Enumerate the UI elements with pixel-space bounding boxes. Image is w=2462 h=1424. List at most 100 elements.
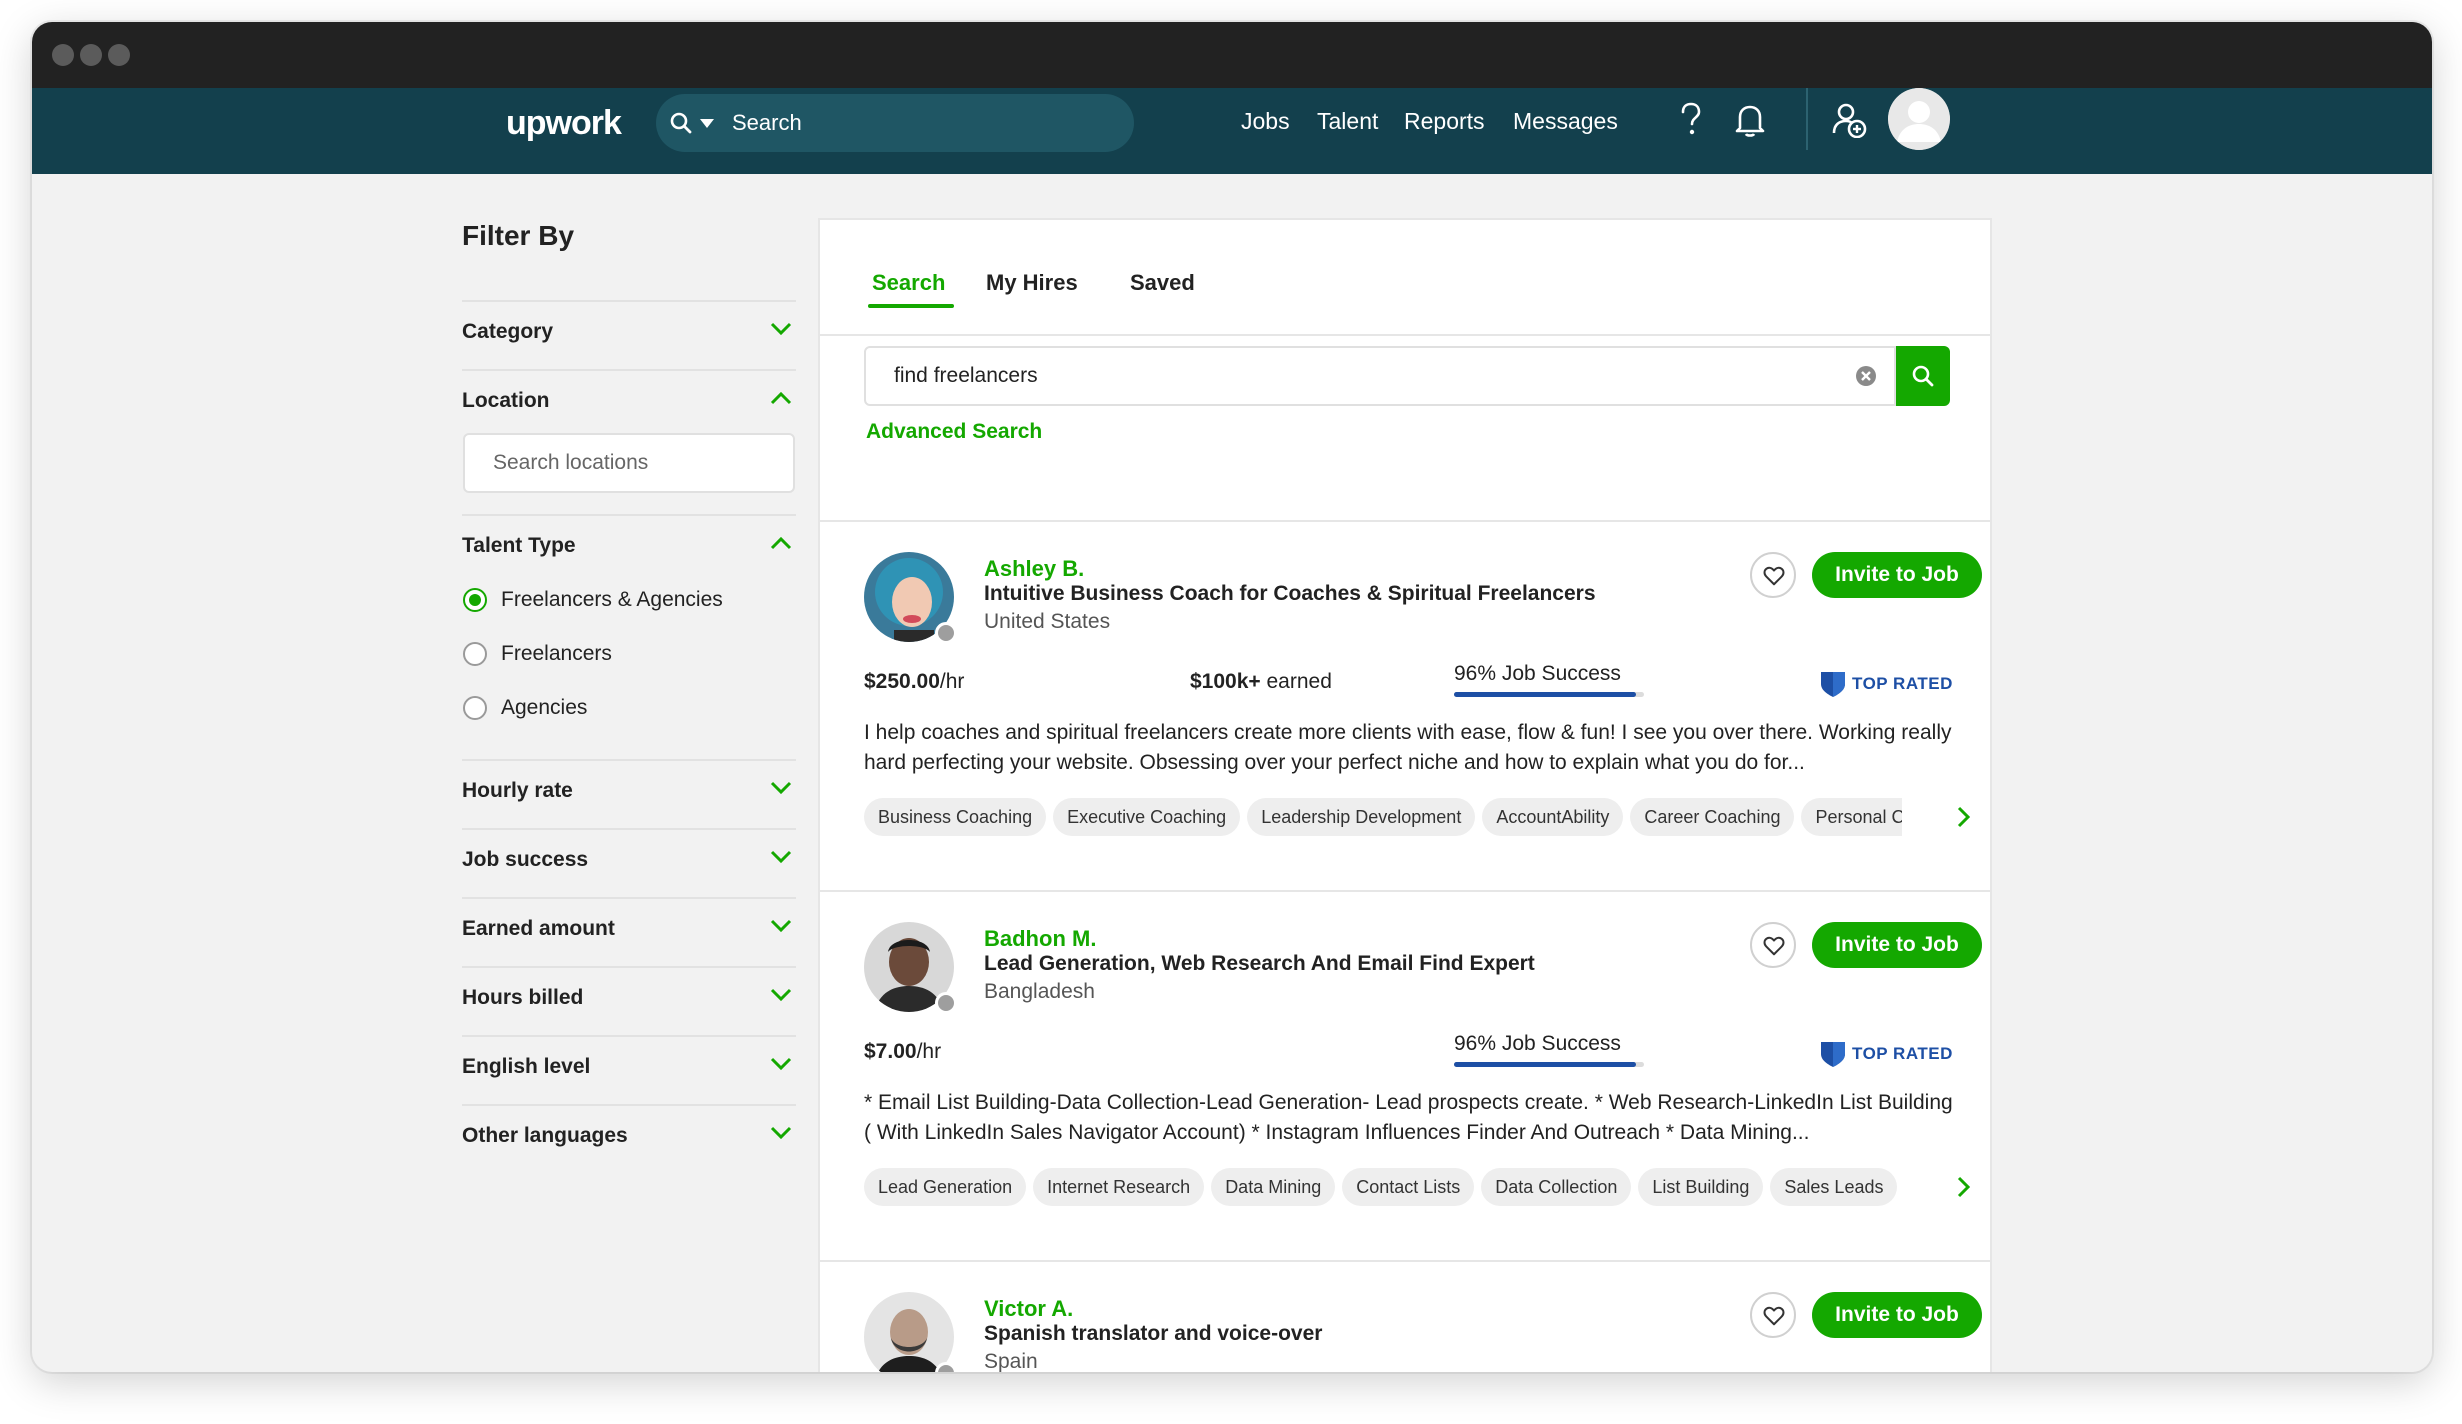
skill-tag[interactable]: Business Coaching (864, 798, 1047, 836)
skill-tag[interactable]: Executive Coaching (1053, 798, 1241, 836)
nav-link-reports[interactable]: Reports (1404, 108, 1485, 135)
skills-list: Lead Generation Internet Research Data Min… (864, 1168, 1902, 1208)
radio-label: Agencies (501, 696, 588, 719)
global-search[interactable]: Search (656, 94, 1134, 152)
skill-tag[interactable]: Leadership Development (1247, 798, 1476, 836)
active-tab-indicator (868, 304, 954, 308)
heart-icon (1763, 936, 1785, 956)
filter-job-success[interactable]: Job success (462, 828, 796, 897)
tab-my-hires[interactable]: My Hires (986, 270, 1078, 296)
earned-suffix: earned (1260, 670, 1332, 693)
freelancer-description: * Email List Building-Data Collection-Le… (864, 1091, 1953, 1144)
skill-tag[interactable]: Contact Lists (1342, 1168, 1475, 1206)
chevron-down-icon (770, 1126, 792, 1140)
chevron-down-icon (770, 988, 792, 1002)
filter-label: Category (462, 320, 554, 343)
skill-tag[interactable]: AccountAbility (1482, 798, 1624, 836)
freelancer-name[interactable]: Badhon M. (984, 926, 1096, 952)
chevron-down-icon (770, 322, 792, 336)
avatar-icon (1888, 88, 1950, 150)
offline-status-dot (935, 992, 957, 1014)
nav-link-messages[interactable]: Messages (1513, 108, 1618, 135)
invite-to-job-button[interactable]: Invite to Job (1812, 1292, 1982, 1338)
top-navbar: upwork Search Jobs Talent Reports Messag… (32, 88, 2432, 174)
clear-icon[interactable] (1854, 364, 1878, 388)
radio-button[interactable] (463, 642, 487, 666)
chevron-down-icon (770, 850, 792, 864)
freelancer-search-input[interactable]: find freelancers (864, 346, 1896, 406)
add-user-icon[interactable] (1832, 102, 1868, 138)
chevron-right-icon[interactable] (1956, 1176, 1970, 1198)
nav-link-jobs[interactable]: Jobs (1241, 108, 1290, 135)
upwork-logo[interactable]: upwork (506, 104, 622, 143)
skill-tag[interactable]: List Building (1638, 1168, 1764, 1206)
freelancer-name[interactable]: Ashley B. (984, 556, 1084, 582)
browser-window: upwork Search Jobs Talent Reports Messag… (32, 22, 2432, 1372)
skill-tag[interactable]: Data Collection (1481, 1168, 1632, 1206)
results-panel: Search My Hires Saved find freelancers A… (818, 218, 1992, 1372)
freelancer-card[interactable]: Ashley B. Intuitive Business Coach for C… (820, 520, 1990, 890)
job-success-bar (1454, 1062, 1644, 1067)
filter-earned-amount[interactable]: Earned amount (462, 897, 796, 966)
filter-hourly-rate[interactable]: Hourly rate (462, 759, 796, 828)
nav-link-talent[interactable]: Talent (1317, 108, 1378, 135)
chevron-down-icon (770, 1057, 792, 1071)
invite-to-job-button[interactable]: Invite to Job (1812, 552, 1982, 598)
filter-english-level[interactable]: English level (462, 1035, 796, 1104)
skill-tag[interactable]: Career Coaching (1630, 798, 1795, 836)
window-minimize-dot[interactable] (80, 44, 102, 66)
freelancer-card[interactable]: Badhon M. Lead Generation, Web Research … (820, 890, 1990, 1260)
tab-saved[interactable]: Saved (1130, 270, 1195, 296)
freelancer-name[interactable]: Victor A. (984, 1296, 1073, 1322)
rate-value: $250.00 (864, 670, 940, 693)
avatar-photo-icon (864, 1292, 954, 1372)
skill-tag[interactable]: Sales Leads (1770, 1168, 1898, 1206)
radio-button[interactable] (463, 696, 487, 720)
filter-talent-type[interactable]: Talent Type (462, 514, 796, 714)
advanced-search-link[interactable]: Advanced Search (866, 420, 1042, 444)
freelancer-title: Lead Generation, Web Research And Email … (984, 952, 1535, 975)
skill-tag[interactable]: Personal Coaching (1801, 798, 1902, 836)
invite-to-job-button[interactable]: Invite to Job (1812, 922, 1982, 968)
filter-label: Location (462, 389, 550, 412)
skill-tag[interactable]: Data Mining (1211, 1168, 1336, 1206)
tab-search[interactable]: Search (872, 270, 945, 296)
search-icon (1912, 365, 1934, 387)
user-avatar[interactable] (1888, 88, 1950, 150)
total-earned: $100k+ earned (1190, 670, 1332, 694)
filter-label: Other languages (462, 1124, 628, 1147)
save-freelancer-button[interactable] (1750, 552, 1796, 598)
save-freelancer-button[interactable] (1750, 1292, 1796, 1338)
rate-unit: /hr (939, 670, 965, 693)
chevron-up-icon (770, 391, 792, 405)
bell-icon[interactable] (1734, 102, 1766, 138)
freelancer-avatar[interactable] (864, 1292, 954, 1372)
filter-hours-billed[interactable]: Hours billed (462, 966, 796, 1035)
filter-location[interactable]: Location (462, 369, 796, 438)
skill-tag[interactable]: Lead Generation (864, 1168, 1027, 1206)
location-search-input[interactable]: Search locations (463, 433, 795, 493)
freelancer-description: I help coaches and spiritual freelancers… (864, 721, 1952, 774)
title-bar (32, 22, 2432, 88)
top-rated-icon (1821, 1042, 1845, 1067)
freelancer-card[interactable]: Victor A. Spanish translator and voice-o… (820, 1260, 1990, 1372)
filter-other-languages[interactable]: Other languages (462, 1104, 796, 1173)
help-icon[interactable] (1678, 102, 1704, 138)
job-success: 96% Job Success (1454, 1032, 1621, 1055)
skills-list: Business Coaching Executive Coaching Leade… (864, 798, 1902, 838)
filter-category[interactable]: Category (462, 300, 796, 369)
window-close-dot[interactable] (52, 44, 74, 66)
skill-tag[interactable]: Internet Research (1033, 1168, 1205, 1206)
top-rated-icon (1821, 672, 1845, 697)
earned-value: $100k+ (1190, 670, 1261, 693)
filter-label: Hourly rate (462, 779, 573, 802)
window-maximize-dot[interactable] (108, 44, 130, 66)
radio-button-selected[interactable] (463, 588, 487, 612)
job-success-fill (1454, 692, 1637, 697)
search-submit-button[interactable] (1896, 346, 1950, 406)
rate-unit: /hr (916, 1040, 942, 1063)
chevron-right-icon[interactable] (1956, 806, 1970, 828)
save-freelancer-button[interactable] (1750, 922, 1796, 968)
filter-label: Talent Type (462, 534, 576, 557)
caret-down-icon[interactable] (700, 119, 714, 128)
